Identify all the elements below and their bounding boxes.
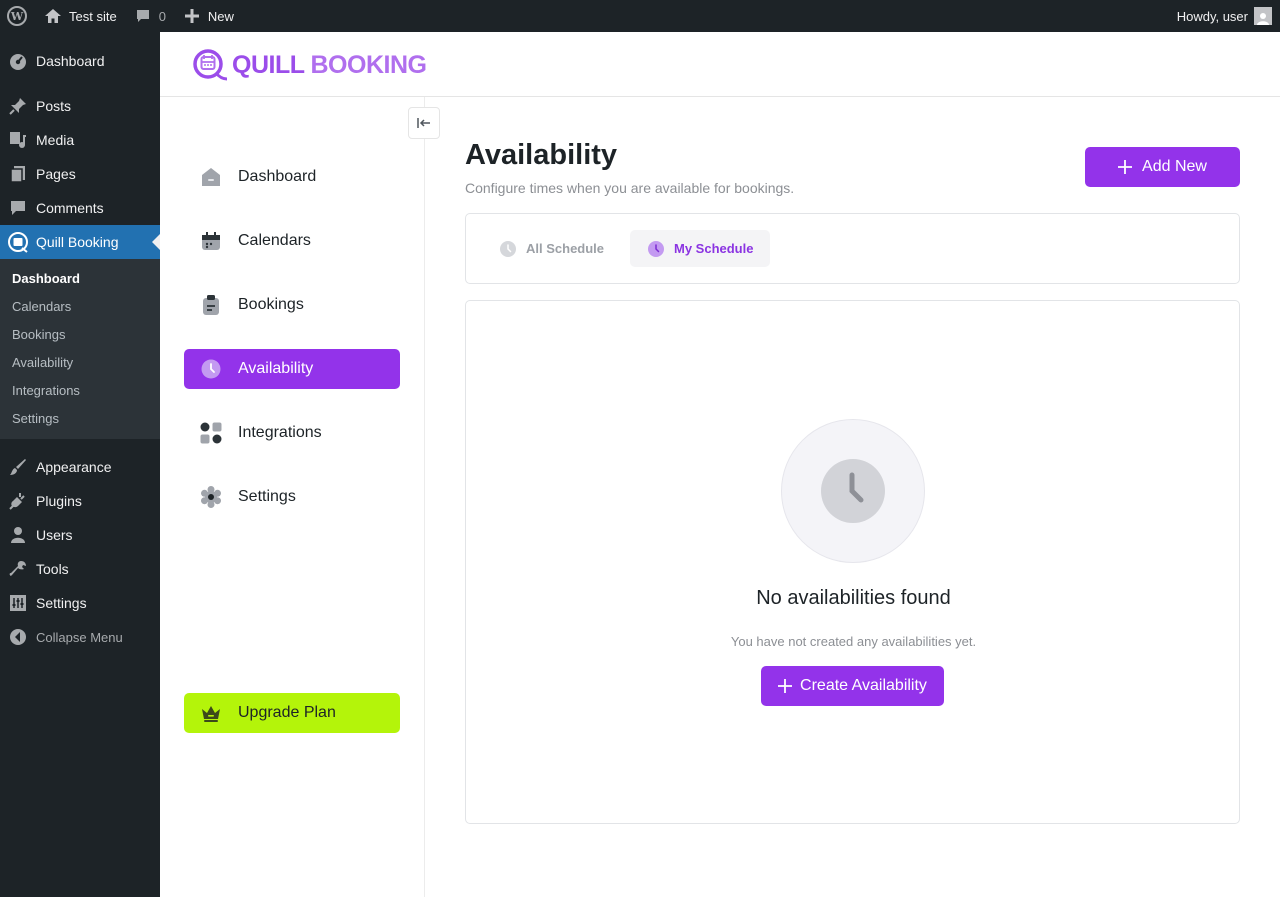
wp-menu-media[interactable]: Media xyxy=(0,123,160,157)
comments-link[interactable]: 0 xyxy=(125,0,174,32)
home-icon xyxy=(200,166,222,188)
empty-state-text: You have not created any availabilities … xyxy=(730,634,977,649)
wordpress-logo-icon: W xyxy=(7,6,27,26)
new-content-link[interactable]: New xyxy=(174,0,242,32)
empty-state-title: No availabilities found xyxy=(756,587,951,609)
wrench-icon xyxy=(0,560,36,578)
nav-calendars[interactable]: Calendars xyxy=(184,221,400,261)
brush-icon xyxy=(0,458,36,476)
quill-booking-logo[interactable]: QUILL BOOKING xyxy=(192,48,427,82)
avatar xyxy=(1254,7,1272,25)
user-icon xyxy=(0,526,36,544)
wp-menu-comments[interactable]: Comments xyxy=(0,191,160,225)
clock-icon xyxy=(500,240,516,257)
calendar-icon xyxy=(200,230,222,252)
greeting: Howdy, user xyxy=(1176,8,1248,24)
schedule-tabs: All Schedule My Schedule xyxy=(465,213,1240,284)
clock-icon xyxy=(821,459,885,523)
nav-availability[interactable]: Availability xyxy=(184,349,400,389)
tab-my-schedule[interactable]: My Schedule xyxy=(630,230,770,267)
plus-icon xyxy=(182,6,202,26)
nav-settings[interactable]: Settings xyxy=(184,477,400,517)
quill-sidebar: Dashboard Calendars Bookings Availabilit… xyxy=(160,97,440,897)
empty-state-illustration xyxy=(781,419,925,563)
sliders-icon xyxy=(0,594,36,612)
collapse-left-icon xyxy=(417,118,430,128)
clipboard-icon xyxy=(200,294,222,316)
nav-bookings[interactable]: Bookings xyxy=(184,285,400,325)
add-new-button[interactable]: Add New xyxy=(1085,147,1240,187)
clock-icon xyxy=(648,240,664,257)
logo-wordmark: QUILL BOOKING xyxy=(232,50,427,79)
wp-logo-menu[interactable]: W xyxy=(0,0,35,32)
wp-submenu-bookings[interactable]: Bookings xyxy=(12,327,65,342)
wp-submenu-calendars[interactable]: Calendars xyxy=(12,299,71,314)
wp-menu-appearance[interactable]: Appearance xyxy=(0,450,160,484)
wp-submenu-integrations[interactable]: Integrations xyxy=(12,383,80,398)
wp-submenu-availability[interactable]: Availability xyxy=(12,355,73,370)
comments-count: 0 xyxy=(158,8,166,24)
wp-submenu-dashboard[interactable]: Dashboard xyxy=(12,271,80,286)
plus-icon xyxy=(1118,160,1133,174)
my-account[interactable]: Howdy, user xyxy=(1177,7,1280,25)
grid-dots-icon xyxy=(200,422,222,444)
site-name-link[interactable]: Test site xyxy=(35,0,125,32)
page-title: Availability xyxy=(465,139,618,171)
sidebar-collapse-button[interactable] xyxy=(408,107,440,139)
wp-menu-pages[interactable]: Pages xyxy=(0,157,160,191)
new-label: New xyxy=(207,8,234,24)
plus-icon xyxy=(778,679,793,693)
pages-icon xyxy=(0,165,36,183)
wp-submenu-settings[interactable]: Settings xyxy=(12,411,59,426)
admin-bar: W Test site 0 New Howdy, user xyxy=(0,0,1280,32)
wp-menu-tools[interactable]: Tools xyxy=(0,552,160,586)
empty-state-panel: No availabilities found You have not cre… xyxy=(465,300,1240,824)
create-availability-button[interactable]: Create Availability xyxy=(761,666,944,706)
crown-icon xyxy=(200,702,222,724)
quill-header: QUILL BOOKING xyxy=(160,32,1280,97)
site-name: Test site xyxy=(69,8,117,24)
wp-menu-settings[interactable]: Settings xyxy=(0,586,160,620)
wp-menu-dashboard[interactable]: Dashboard xyxy=(0,44,160,78)
gear-icon xyxy=(200,486,222,508)
comment-icon xyxy=(0,199,36,217)
home-icon xyxy=(43,6,63,26)
dashboard-icon xyxy=(0,52,36,70)
collapse-arrow-icon xyxy=(0,628,36,646)
pin-icon xyxy=(0,97,36,115)
quill-booking-icon xyxy=(0,231,36,253)
wp-submenu: Dashboard Calendars Bookings Availabilit… xyxy=(0,259,160,439)
upgrade-plan-button[interactable]: Upgrade Plan xyxy=(184,693,400,733)
tab-all-schedule[interactable]: All Schedule xyxy=(482,230,612,267)
comment-icon xyxy=(133,6,153,26)
nav-dashboard[interactable]: Dashboard xyxy=(184,157,400,197)
wp-menu-collapse[interactable]: Collapse Menu xyxy=(0,620,160,654)
plug-icon xyxy=(0,492,36,510)
nav-integrations[interactable]: Integrations xyxy=(184,413,400,453)
wp-menu-quill-booking[interactable]: Quill Booking xyxy=(0,225,160,259)
media-icon xyxy=(0,131,36,149)
wp-admin-menu: Dashboard Posts Media Pages Comments Qui… xyxy=(0,32,160,897)
clock-icon xyxy=(200,358,222,380)
page-subtitle: Configure times when you are available f… xyxy=(465,180,795,196)
wp-menu-plugins[interactable]: Plugins xyxy=(0,484,160,518)
quill-logo-icon xyxy=(193,49,228,81)
wp-menu-users[interactable]: Users xyxy=(0,518,160,552)
wp-menu-posts[interactable]: Posts xyxy=(0,89,160,123)
